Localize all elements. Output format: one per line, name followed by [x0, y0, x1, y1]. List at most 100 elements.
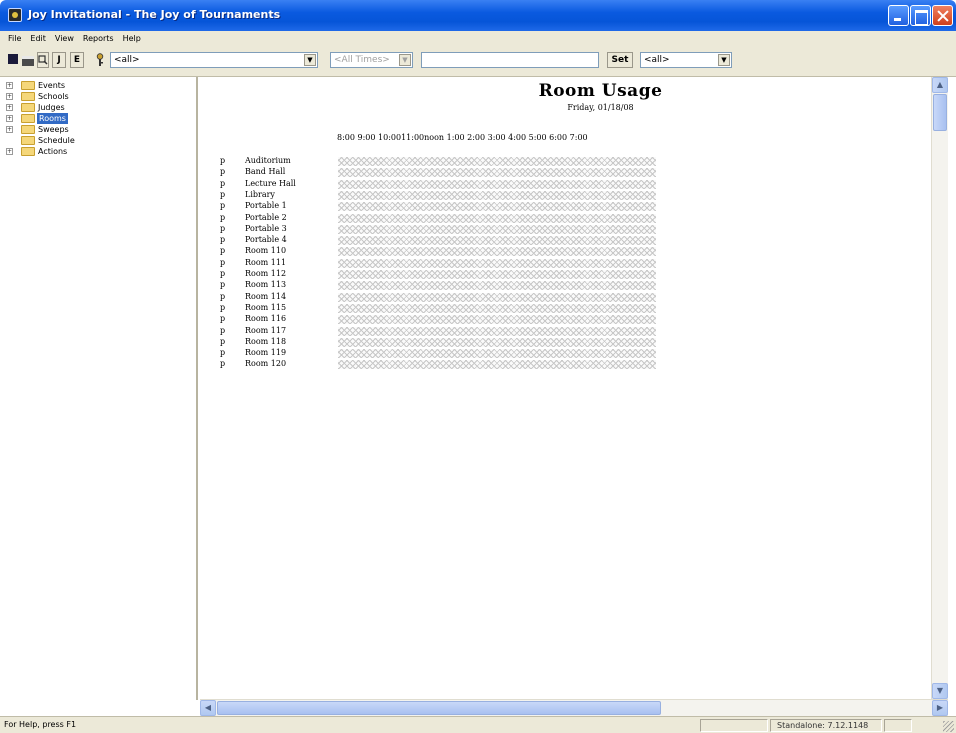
room-row: p Portable 1: [220, 201, 660, 212]
menu-bar: File Edit View Reports Help: [0, 31, 956, 45]
expand-plus-icon[interactable]: +: [6, 104, 13, 111]
menu-reports[interactable]: Reports: [83, 34, 114, 43]
menu-edit[interactable]: Edit: [30, 34, 46, 43]
room-flag: p: [220, 189, 226, 199]
expand-plus-icon[interactable]: +: [6, 126, 13, 133]
room-usage-bar: [338, 202, 656, 212]
room-flag: p: [220, 212, 226, 222]
menu-view[interactable]: View: [55, 34, 74, 43]
room-row: p Library: [220, 190, 660, 201]
status-pane-empty: [700, 719, 768, 732]
tree-item-label: Judges: [38, 103, 65, 112]
room-usage-bar: [338, 315, 656, 325]
room-flag: p: [220, 201, 226, 211]
magnifier-icon: [38, 55, 48, 65]
print-icon[interactable]: [21, 52, 35, 68]
room-row: p Room 115: [220, 303, 660, 314]
room-usage-bar: [338, 360, 656, 370]
tree-item-sweeps[interactable]: + Sweeps: [0, 124, 196, 135]
room-name: Room 118: [245, 336, 287, 346]
j-button[interactable]: J: [52, 52, 66, 68]
set-button[interactable]: Set: [607, 52, 633, 68]
time-axis-header: 8:00 9:00 10:0011:00noon 1:00 2:00 3:00 …: [337, 133, 588, 142]
room-usage-bar: [338, 270, 656, 279]
room-row: p Lecture Hall: [220, 179, 660, 190]
scroll-left-icon[interactable]: ◀: [200, 700, 216, 716]
expand-plus-icon[interactable]: +: [6, 115, 13, 122]
maximize-button[interactable]: [910, 5, 931, 26]
menu-file[interactable]: File: [8, 34, 21, 43]
room-flag: p: [220, 348, 226, 358]
secondary-filter-select[interactable]: <all> ▼: [640, 52, 732, 68]
scroll-right-icon[interactable]: ▶: [932, 700, 948, 716]
menu-help[interactable]: Help: [123, 34, 141, 43]
key-glyph-icon: [96, 53, 104, 66]
scroll-up-icon[interactable]: ▲: [932, 77, 948, 93]
horizontal-scrollbar[interactable]: ◀ ▶: [200, 699, 948, 716]
room-usage-bar: [338, 190, 656, 200]
tree-item-judges[interactable]: + Judges: [0, 102, 196, 113]
key-icon[interactable]: [93, 52, 107, 68]
room-name: Portable 3: [245, 223, 287, 233]
room-usage-bar: [338, 247, 656, 257]
tree-item-label: Events: [38, 81, 66, 90]
status-mode-text: Standalone: 7.12.1148: [770, 719, 882, 732]
room-row: p Room 118: [220, 337, 660, 348]
room-usage-bar: [338, 224, 656, 234]
title-bar[interactable]: Joy Invitational - The Joy of Tournament…: [0, 0, 956, 31]
folder-icon: [21, 81, 35, 90]
room-row: p Portable 2: [220, 213, 660, 224]
room-name: Band Hall: [245, 167, 286, 177]
event-filter-select[interactable]: <all> ▼: [110, 52, 318, 68]
chevron-down-icon[interactable]: ▼: [304, 54, 316, 66]
room-name: Portable 2: [245, 212, 287, 222]
room-usage-bar: [338, 337, 656, 347]
room-usage-bar: [338, 258, 656, 268]
print-preview-icon[interactable]: [37, 52, 49, 68]
tree-item-schedule[interactable]: Schedule: [0, 135, 196, 146]
time-filter-value: <All Times>: [334, 55, 390, 65]
close-button[interactable]: [932, 5, 953, 26]
room-usage-bar: [338, 157, 656, 166]
vertical-scroll-thumb[interactable]: [933, 94, 947, 131]
room-row: p Room 112: [220, 269, 660, 280]
tree-item-schools[interactable]: + Schools: [0, 91, 196, 102]
app-icon[interactable]: [8, 8, 22, 22]
room-usage-bar: [338, 168, 656, 178]
room-name: Room 110: [245, 246, 287, 256]
room-usage-bar: [338, 303, 656, 313]
room-row: p Room 117: [220, 326, 660, 337]
toolbar: J E <all> ▼ <All Times> ▼ Set <all> ▼: [0, 45, 956, 77]
e-button[interactable]: E: [70, 52, 84, 68]
filter-text-input[interactable]: [421, 52, 599, 68]
tree-item-label: Sweeps: [38, 125, 69, 134]
secondary-filter-value: <all>: [644, 55, 670, 65]
tree-item-rooms[interactable]: + Rooms: [0, 113, 196, 124]
expand-plus-icon[interactable]: +: [6, 82, 13, 89]
room-usage-bar: [338, 326, 656, 336]
horizontal-scroll-thumb[interactable]: [217, 701, 661, 715]
vertical-scrollbar[interactable]: ▲ ▼: [931, 77, 948, 699]
scroll-down-icon[interactable]: ▼: [932, 683, 948, 699]
room-name: Portable 4: [245, 235, 287, 245]
folder-icon: [21, 147, 35, 156]
folder-icon: [21, 136, 35, 145]
tree-item-events[interactable]: + Events: [0, 80, 196, 91]
room-name: Room 111: [245, 257, 287, 267]
expand-plus-icon[interactable]: +: [6, 148, 13, 155]
resize-grip-icon[interactable]: [943, 721, 954, 732]
folder-icon: [21, 125, 35, 134]
tree-item-actions[interactable]: + Actions: [0, 146, 196, 157]
save-icon[interactable]: [7, 52, 19, 68]
expand-plus-icon[interactable]: +: [6, 93, 13, 100]
minimize-button[interactable]: [888, 5, 909, 26]
chevron-down-icon[interactable]: ▼: [718, 54, 730, 66]
room-flag: p: [220, 291, 226, 301]
report-date: Friday, 01/18/08: [567, 103, 634, 112]
tree-item-label: Actions: [38, 147, 68, 156]
room-row: p Portable 3: [220, 224, 660, 235]
room-row: p Room 113: [220, 280, 660, 291]
time-filter-select[interactable]: <All Times> ▼: [330, 52, 413, 68]
room-flag: p: [220, 302, 226, 312]
chevron-down-icon[interactable]: ▼: [399, 54, 411, 66]
